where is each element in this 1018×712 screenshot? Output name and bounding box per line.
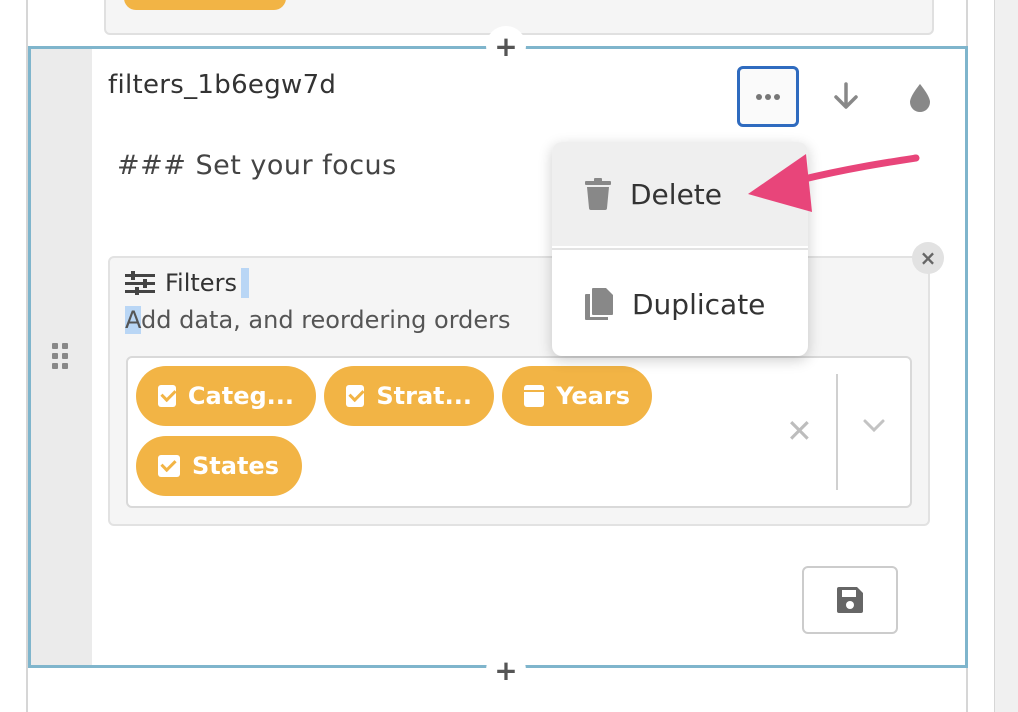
checkbox-icon	[158, 385, 176, 407]
markdown-text: ### Set your focus	[117, 150, 397, 181]
clear-selection-icon[interactable]: ✕	[786, 412, 813, 450]
droplet-icon	[910, 84, 930, 112]
markdown-editor[interactable]: ### Set your focus	[117, 150, 397, 181]
style-button[interactable]	[904, 80, 936, 114]
select-divider	[836, 374, 838, 490]
menu-item-label: Duplicate	[632, 287, 766, 321]
trash-icon	[585, 178, 611, 210]
chip-label: Years	[556, 382, 630, 410]
save-button[interactable]	[802, 566, 898, 634]
calendar-icon	[524, 385, 547, 407]
add-cell-below-button[interactable]: +	[486, 650, 526, 690]
add-cell-above-button[interactable]: +	[486, 26, 526, 66]
arrow-down-icon	[834, 82, 858, 109]
chip-label: Categ...	[187, 382, 294, 410]
filters-header: Filters	[125, 268, 249, 298]
chip-strat[interactable]: Strat...	[324, 366, 494, 426]
cell-id-label: filters_1b6egw7d	[108, 70, 337, 100]
chip-label: States	[192, 452, 279, 480]
filters-title: Filters	[165, 269, 237, 297]
chip-states[interactable]: States	[136, 436, 302, 496]
copy-icon	[585, 288, 613, 320]
chip-label: Strat...	[376, 382, 472, 410]
menu-item-duplicate[interactable]: Duplicate	[552, 252, 808, 356]
chip-category[interactable]: Categ...	[136, 366, 316, 426]
selected-char: A	[125, 306, 141, 334]
description-text: dd data, and reordering orders	[141, 306, 511, 334]
drag-handle-icon[interactable]	[52, 343, 72, 371]
more-options-button[interactable]	[737, 66, 799, 127]
chip-years[interactable]: Years	[502, 366, 652, 426]
checkbox-icon	[158, 455, 180, 477]
text-selection	[240, 268, 249, 298]
close-filter-button[interactable]: ×	[912, 242, 944, 274]
previous-cell-chip[interactable]	[124, 0, 286, 10]
chevron-down-icon[interactable]	[862, 418, 885, 438]
save-icon	[837, 587, 863, 613]
more-horizontal-icon	[756, 93, 780, 100]
menu-item-label: Delete	[630, 177, 722, 211]
annotation-arrow-icon	[748, 154, 920, 212]
checkbox-icon	[346, 385, 365, 407]
sliders-icon	[125, 271, 155, 295]
menu-divider	[552, 248, 808, 250]
scrollbar-track[interactable]	[994, 0, 1018, 712]
move-down-button[interactable]	[830, 80, 862, 112]
filters-description: Add data, and reordering orders	[125, 306, 511, 334]
